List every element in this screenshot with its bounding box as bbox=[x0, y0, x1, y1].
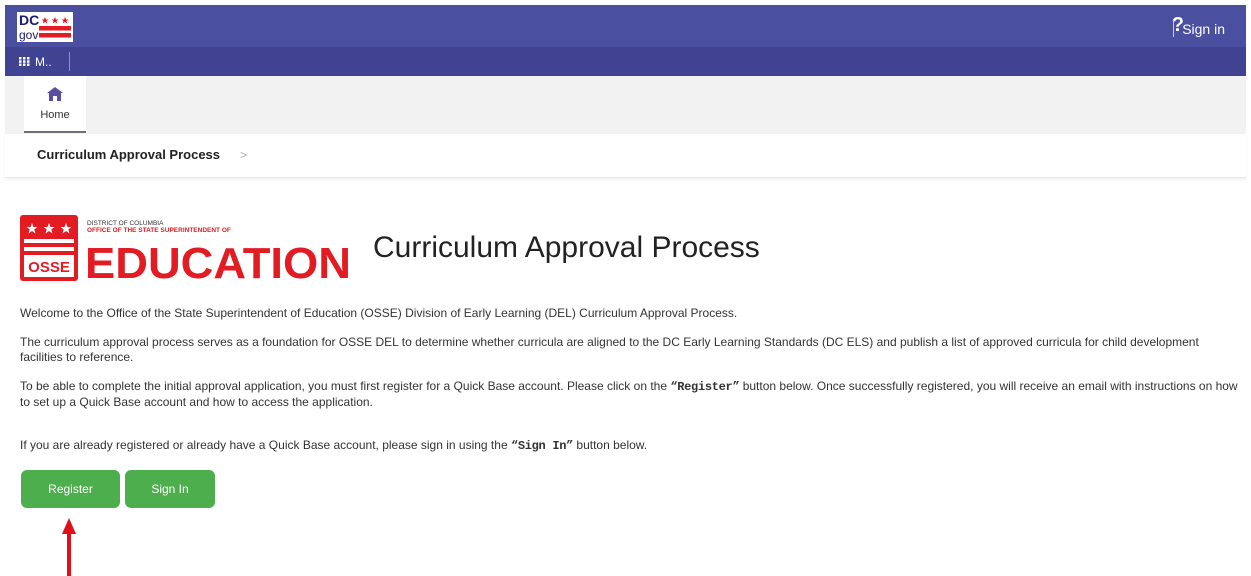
signin-instructions-paragraph: If you are already registered or already… bbox=[20, 438, 648, 453]
register-instructions-paragraph: To be able to complete the initial appro… bbox=[20, 379, 1238, 409]
apps-grid-icon bbox=[19, 57, 30, 66]
svg-text:gov: gov bbox=[19, 28, 38, 42]
sign-in-button[interactable]: Sign In bbox=[125, 470, 215, 508]
dc-gov-logo[interactable]: DC gov bbox=[17, 12, 73, 42]
up-arrow-icon bbox=[62, 518, 76, 576]
apps-menu-button[interactable]: M.. bbox=[19, 47, 52, 76]
breadcrumb-chevron: > bbox=[240, 148, 248, 162]
header-sign-in-link[interactable]: Sign in bbox=[1182, 21, 1225, 37]
tab-bar: Home bbox=[5, 76, 1246, 134]
intro-paragraph: Welcome to the Office of the State Super… bbox=[20, 306, 738, 320]
tab-home-label: Home bbox=[40, 109, 70, 121]
breadcrumb: Curriculum Approval Process > bbox=[5, 134, 1246, 178]
svg-text:DC: DC bbox=[19, 12, 39, 28]
apps-menu-label: M.. bbox=[35, 54, 52, 69]
osse-education-logo: OSSE DISTRICT OF COLUMBIA OFFICE OF THE … bbox=[20, 215, 351, 281]
svg-text:OFFICE OF THE STATE SUPERINTEN: OFFICE OF THE STATE SUPERINTENDENT OF bbox=[87, 227, 231, 234]
header-divider bbox=[1173, 20, 1174, 37]
home-icon bbox=[47, 87, 63, 101]
tab-home[interactable]: Home bbox=[24, 76, 86, 133]
app-bar-divider bbox=[69, 52, 70, 71]
svg-text:EDUCATION: EDUCATION bbox=[85, 239, 351, 281]
top-header: DC gov ? Sign in bbox=[5, 5, 1246, 47]
page-title: Curriculum Approval Process bbox=[373, 231, 760, 264]
register-button[interactable]: Register bbox=[21, 470, 120, 508]
svg-text:DISTRICT OF COLUMBIA: DISTRICT OF COLUMBIA bbox=[87, 220, 164, 227]
app-bar: M.. bbox=[5, 47, 1246, 76]
description-paragraph: The curriculum approval process serves a… bbox=[20, 335, 1199, 364]
breadcrumb-item[interactable]: Curriculum Approval Process bbox=[37, 147, 220, 162]
svg-text:OSSE: OSSE bbox=[28, 259, 70, 276]
dc-flag-icon bbox=[39, 17, 71, 38]
